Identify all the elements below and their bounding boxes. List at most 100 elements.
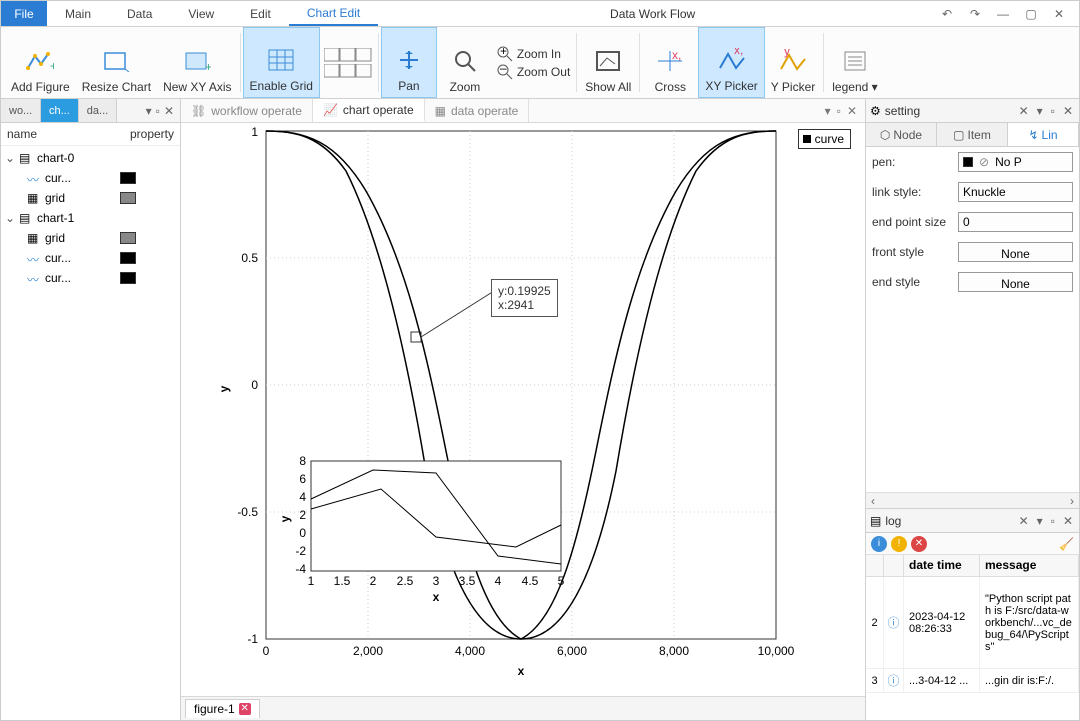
svg-text:2.5: 2.5 xyxy=(397,574,414,588)
op-workflow-tab[interactable]: ⛓workflow operate xyxy=(181,99,313,122)
close-figure-icon[interactable]: ✕ xyxy=(239,703,251,715)
close-tab-icon[interactable]: ✕ xyxy=(847,104,857,118)
menu-data[interactable]: Data xyxy=(109,1,170,26)
figure-tab-1[interactable]: figure-1✕ xyxy=(185,699,260,718)
xy-picker-button[interactable]: x, y XY Picker xyxy=(698,27,764,98)
chevron-down-icon[interactable]: ▾ xyxy=(825,104,831,118)
svg-text:6,000: 6,000 xyxy=(557,644,587,658)
menu-chart-edit[interactable]: Chart Edit xyxy=(289,1,378,26)
cross-icon: x, y xyxy=(655,46,685,76)
enable-grid-button[interactable]: Enable Grid xyxy=(243,27,320,98)
svg-text:1.5: 1.5 xyxy=(334,574,351,588)
clear-log-icon[interactable]: 🧹 xyxy=(1059,537,1074,551)
end-style-label: end style xyxy=(872,275,958,289)
chevron-down-icon[interactable]: ▾ xyxy=(1035,514,1045,528)
op-chart-tab[interactable]: 📈chart operate xyxy=(313,99,425,122)
close-setting-icon[interactable]: ✕ xyxy=(1017,104,1031,118)
log-title: log xyxy=(885,514,1012,528)
zoom-button[interactable]: Zoom xyxy=(437,27,493,98)
pan-button[interactable]: Pan xyxy=(381,27,437,98)
menu-view[interactable]: View xyxy=(170,1,232,26)
chart-icon: ▤ xyxy=(19,151,33,165)
left-tab-workflow[interactable]: wo... xyxy=(1,99,41,122)
svg-text:-2: -2 xyxy=(295,544,306,558)
resize-chart-button[interactable]: Resize Chart xyxy=(76,27,157,98)
legend-button[interactable]: legend ▾ xyxy=(826,27,883,98)
svg-text:-4: -4 xyxy=(295,562,306,576)
svg-text:0: 0 xyxy=(299,526,306,540)
end-style-field[interactable]: None xyxy=(958,272,1073,292)
svg-text:3.5: 3.5 xyxy=(459,574,476,588)
xy-picker-icon: x, y xyxy=(717,45,747,75)
chevron-down-icon[interactable]: ▾ xyxy=(1035,104,1045,118)
maximize-icon[interactable]: ▢ xyxy=(1021,7,1041,21)
ribbon: + Add Figure Resize Chart + New XY Axis … xyxy=(1,27,1079,99)
file-menu[interactable]: File xyxy=(1,1,47,26)
front-style-field[interactable]: None xyxy=(958,242,1073,262)
pen-field[interactable]: ⊘No P xyxy=(958,152,1073,172)
pop-out-icon[interactable]: ▫ xyxy=(156,104,160,118)
zoom-in-button[interactable]: +Zoom In xyxy=(497,46,570,62)
tree-grid-1[interactable]: ▦grid xyxy=(5,228,176,248)
info-filter-icon[interactable]: i xyxy=(871,536,887,552)
minimize-icon[interactable]: — xyxy=(993,7,1013,21)
zoom-out-button[interactable]: –Zoom Out xyxy=(497,64,570,80)
pen-label: pen: xyxy=(872,155,958,169)
app-title: Data Work Flow xyxy=(378,1,927,26)
h-scrollbar[interactable]: ‹› xyxy=(866,492,1079,508)
end-point-field[interactable]: 0 xyxy=(958,212,1073,232)
new-xy-axis-button[interactable]: + New XY Axis xyxy=(157,27,237,98)
op-data-tab[interactable]: ▦data operate xyxy=(425,99,530,122)
close-log-tab-icon[interactable]: ✕ xyxy=(1017,514,1031,528)
chart-canvas[interactable]: 02,0004,0006,0008,00010,000 x 10.50-0.5-… xyxy=(181,123,865,696)
error-filter-icon[interactable]: ✕ xyxy=(911,536,927,552)
tree-curve-0[interactable]: 〰cur... xyxy=(5,168,176,188)
tree-curve-1a[interactable]: 〰cur... xyxy=(5,248,176,268)
close-panel-icon[interactable]: ✕ xyxy=(1061,104,1075,118)
left-tab-data[interactable]: da... xyxy=(79,99,117,122)
setting-tab-lin[interactable]: ↯Lin xyxy=(1008,123,1079,146)
log-col-date: date time xyxy=(904,555,980,576)
setting-tab-item[interactable]: ▢Item xyxy=(937,123,1008,146)
tree-grid-0[interactable]: ▦grid xyxy=(5,188,176,208)
setting-tab-node[interactable]: ⬡Node xyxy=(866,123,937,146)
add-figure-button[interactable]: + Add Figure xyxy=(5,27,76,98)
cross-button[interactable]: x, y Cross xyxy=(642,27,698,98)
pop-out-icon[interactable]: ▫ xyxy=(1049,514,1057,528)
close-panel-icon[interactable]: ✕ xyxy=(164,104,174,118)
svg-text:y: y xyxy=(784,49,790,58)
link-style-field[interactable]: Knuckle xyxy=(958,182,1073,202)
front-style-label: front style xyxy=(872,245,958,259)
svg-text:y: y xyxy=(217,385,231,392)
warn-filter-icon[interactable]: ! xyxy=(891,536,907,552)
close-panel-icon[interactable]: ✕ xyxy=(1061,514,1075,528)
svg-text:3: 3 xyxy=(433,574,440,588)
tree-chart-1[interactable]: ⌄▤chart-1 xyxy=(5,208,176,228)
tree-curve-1b[interactable]: 〰cur... xyxy=(5,268,176,288)
left-tab-chart[interactable]: ch... xyxy=(41,99,79,122)
undo-icon[interactable]: ↶ xyxy=(937,7,957,21)
close-icon[interactable]: ✕ xyxy=(1049,7,1069,21)
redo-icon[interactable]: ↷ xyxy=(965,7,985,21)
svg-text:8,000: 8,000 xyxy=(659,644,689,658)
log-icon: ▤ xyxy=(870,514,881,528)
menu-main[interactable]: Main xyxy=(47,1,109,26)
svg-text:6: 6 xyxy=(299,472,306,486)
chevron-down-icon[interactable]: ▾ xyxy=(146,104,152,118)
log-row[interactable]: 2 ⓘ 2023-04-12 08:26:33 "Python script p… xyxy=(866,577,1079,669)
end-point-label: end point size xyxy=(872,215,958,229)
color-swatch xyxy=(120,232,136,244)
pop-out-icon[interactable]: ▫ xyxy=(1049,104,1057,118)
col-property: property xyxy=(130,127,174,141)
tree-chart-0[interactable]: ⌄▤chart-0 xyxy=(5,148,176,168)
svg-text:-1: -1 xyxy=(247,632,258,646)
grid-style-selector[interactable] xyxy=(320,27,376,98)
workflow-icon: ⛓ xyxy=(191,104,206,118)
show-all-button[interactable]: Show All xyxy=(579,27,637,98)
y-picker-button[interactable]: y Y Picker xyxy=(765,27,821,98)
log-row[interactable]: 3 ⓘ ...3-04-12 ... ...gin dir is:F:/. xyxy=(866,669,1079,693)
menu-edit[interactable]: Edit xyxy=(232,1,289,26)
pop-out-icon[interactable]: ▫ xyxy=(837,104,841,118)
axis-icon: + xyxy=(182,46,212,76)
setting-icon: ⚙ xyxy=(870,104,881,118)
